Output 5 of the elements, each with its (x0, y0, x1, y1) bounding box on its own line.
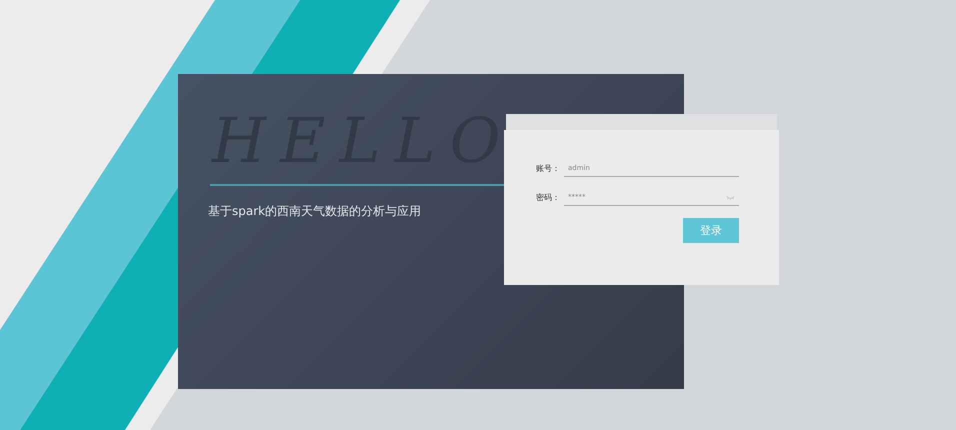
app-title: 基于spark的西南天气数据的分析与应用 (208, 203, 422, 220)
field-label: 账号： (536, 163, 560, 174)
eye-off-icon[interactable] (726, 195, 735, 201)
login-button[interactable]: 登录 (683, 218, 739, 243)
field-label: 密码： (536, 192, 560, 203)
